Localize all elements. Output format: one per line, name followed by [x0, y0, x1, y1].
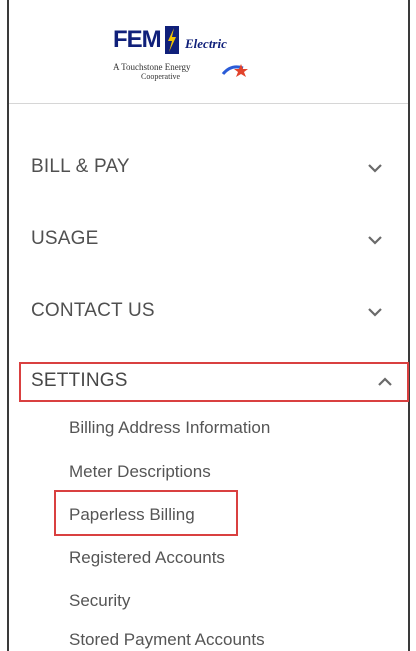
- navigation-panel: FEM Electric A Touchstone Energy Coopera…: [7, 0, 410, 651]
- fem-electric-logo[interactable]: FEM Electric A Touchstone Energy Coopera…: [113, 24, 263, 88]
- chevron-up-icon[interactable]: [377, 374, 393, 390]
- menu-item-settings[interactable]: SETTINGS: [19, 362, 409, 402]
- menu-item-label: USAGE: [31, 228, 99, 249]
- logo-tagline: A Touchstone Energy: [113, 62, 191, 72]
- submenu-item-security[interactable]: Security: [69, 591, 130, 611]
- chevron-down-icon[interactable]: [367, 304, 383, 320]
- menu-item-bill-pay[interactable]: BILL & PAY: [19, 148, 409, 188]
- menu-item-label: BILL & PAY: [31, 156, 130, 177]
- logo-tagline-cooperative: Cooperative: [141, 72, 181, 81]
- menu-item-label: CONTACT US: [31, 300, 155, 321]
- submenu-item-meter-descriptions[interactable]: Meter Descriptions: [69, 462, 211, 482]
- logo-brand: FEM: [113, 26, 162, 53]
- chevron-down-icon[interactable]: [367, 232, 383, 248]
- menu-item-contact-us[interactable]: CONTACT US: [19, 292, 409, 332]
- lightning-bolt-icon: [165, 26, 179, 54]
- logo-name: Electric: [185, 36, 227, 51]
- chevron-down-icon[interactable]: [367, 160, 383, 176]
- menu-item-label: SETTINGS: [31, 370, 128, 391]
- submenu-item-billing-address[interactable]: Billing Address Information: [69, 418, 270, 438]
- header: FEM Electric A Touchstone Energy Coopera…: [9, 0, 408, 104]
- menu-item-usage[interactable]: USAGE: [19, 220, 409, 260]
- submenu-item-stored-payment-accounts[interactable]: Stored Payment Accounts: [69, 630, 265, 650]
- submenu-item-paperless-billing[interactable]: Paperless Billing: [69, 505, 195, 525]
- submenu-item-registered-accounts[interactable]: Registered Accounts: [69, 548, 225, 568]
- touchstone-star-icon: [221, 64, 248, 77]
